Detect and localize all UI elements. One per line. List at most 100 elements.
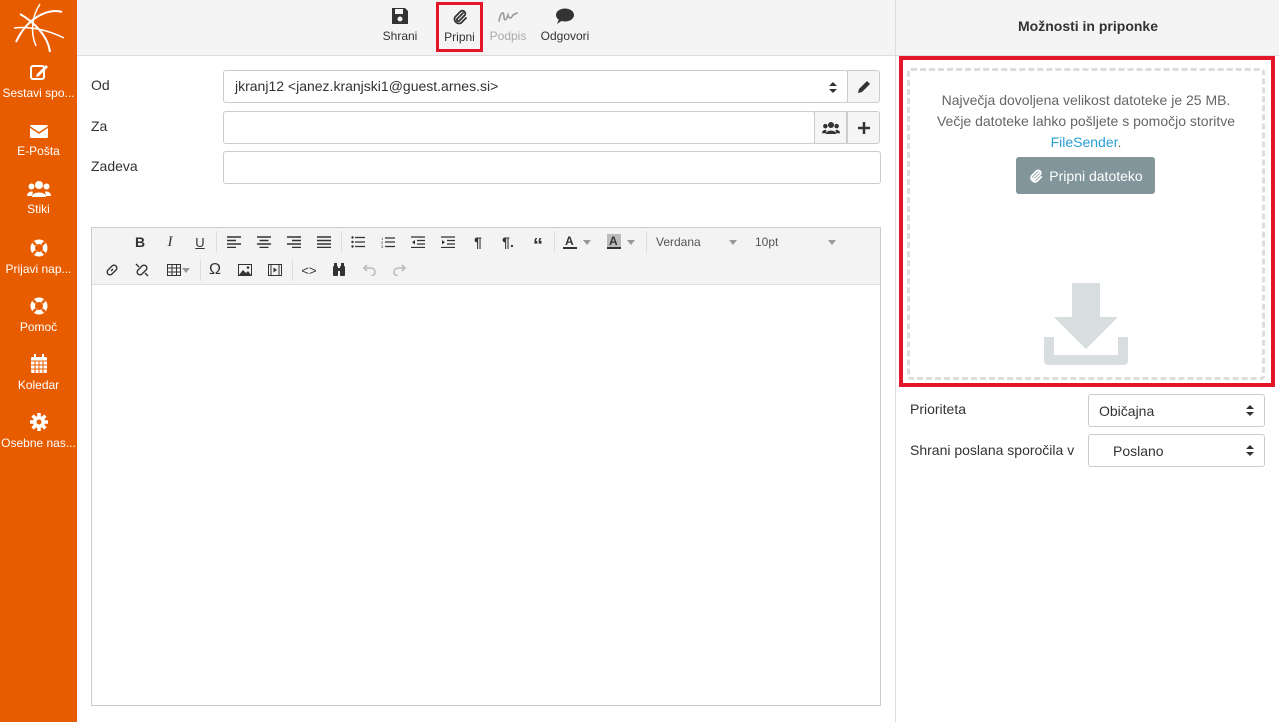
save-button[interactable]: Shrani [378,4,422,52]
select-caret-icon [1246,445,1254,456]
bullet-list-icon[interactable] [346,231,370,253]
sidebar-item-email[interactable]: E-Pošta [0,122,77,178]
link-icon[interactable] [100,259,124,281]
from-value: jkranj12 <janez.kranjski1@guest.arnes.si… [235,78,499,94]
priority-select[interactable]: Običajna [1088,394,1265,427]
message-editor[interactable]: B I U 123 ¶ ¶. “ A A Verdana 10pt Ω <> [91,227,881,706]
priority-value: Običajna [1099,403,1155,419]
save-sent-label: Shrani poslana sporočila v [910,442,1075,458]
redo-icon[interactable] [387,259,411,281]
paragraph-ltr-icon[interactable]: ¶ [466,231,490,253]
numbered-list-icon[interactable]: 123 [376,231,400,253]
editor-toolbar: B I U 123 ¶ ¶. “ A A Verdana 10pt Ω <> [92,228,880,285]
indent-icon[interactable] [436,231,460,253]
image-icon[interactable] [233,259,257,281]
max-size-text: Največja dovoljena velikost datoteke je … [941,92,1231,108]
sidebar-item-label: Stiki [27,202,50,216]
gear-icon [29,413,48,431]
sidebar-item-label: Osebne nas... [1,436,76,450]
text-color-icon[interactable]: A [558,231,582,253]
paperclip-icon [1030,169,1043,183]
save-label: Shrani [382,29,418,43]
sidebar-item-label: Sestavi spo... [2,86,75,100]
sidebar-item-settings[interactable]: Osebne nas... [0,412,77,468]
to-input[interactable] [223,111,815,144]
subject-input[interactable] [223,151,881,184]
drop-zone-text: Največja dovoljena velikost datoteke je … [910,90,1262,153]
paperclip-icon [453,9,467,25]
attach-label: Pripni [444,30,475,44]
background-color-dropdown-icon[interactable] [624,231,638,253]
italic-icon[interactable]: I [158,231,182,253]
select-caret-icon [829,82,837,93]
save-sent-value: Poslano [1113,443,1164,459]
svg-text:A: A [565,234,574,248]
font-size-select[interactable]: 10pt [755,235,778,249]
priority-label: Prioriteta [910,401,967,417]
bold-icon[interactable]: B [128,231,152,253]
toolbar-divider [200,259,201,281]
responses-button[interactable]: Odgovori [537,4,593,52]
blockquote-icon[interactable]: “ [526,231,550,256]
sidebar-item-label: Koledar [17,378,60,392]
filesender-link[interactable]: FileSender [1051,134,1118,150]
outdent-icon[interactable] [406,231,430,253]
text-color-dropdown-icon[interactable] [580,231,594,253]
align-right-icon[interactable] [282,231,306,253]
envelope-icon [29,125,48,138]
period: . [1117,134,1122,150]
toolbar-divider [554,231,555,253]
from-label: Od [91,77,110,93]
sidebar-item-report[interactable]: Prijavi nap... [0,238,77,294]
background-color-icon[interactable]: A [602,231,626,253]
attach-button[interactable]: Pripni [436,2,483,52]
edit-identity-button[interactable] [847,70,880,103]
logo[interactable] [10,2,66,54]
lifebuoy-icon [30,239,47,257]
align-center-icon[interactable] [252,231,276,253]
compose-icon [29,65,48,80]
font-family-select[interactable]: Verdana [656,235,701,249]
plus-icon [857,121,870,134]
media-icon[interactable] [263,259,287,281]
svg-text:A: A [609,234,618,248]
sidebar-item-help[interactable]: Pomoč [0,296,77,352]
attach-file-button[interactable]: Pripni datoteko [1016,157,1155,194]
pencil-icon [857,80,870,93]
table-dropdown-icon[interactable] [180,259,192,281]
unlink-icon[interactable] [130,259,154,281]
sidebar-item-calendar[interactable]: Koledar [0,354,77,410]
signature-icon [498,12,518,22]
signature-button[interactable]: Podpis [487,4,529,52]
font-family-dropdown-icon [729,240,737,245]
from-select[interactable]: jkranj12 <janez.kranjski1@guest.arnes.si… [223,70,848,103]
larger-files-text: Večje datoteke lahko pošljete s pomočjo … [936,113,1236,129]
attach-file-label: Pripni datoteko [1049,167,1143,184]
toolbar-divider [646,231,647,253]
save-sent-select[interactable]: Poslano [1088,434,1265,467]
options-panel: Možnosti in priponke Največja dovoljena … [895,0,1279,722]
toolbar-divider [216,231,217,253]
undo-icon[interactable] [357,259,381,281]
font-size-dropdown-icon [828,240,836,245]
download-icon [1044,283,1128,365]
attachment-drop-zone[interactable]: Največja dovoljena velikost datoteke je … [907,68,1265,380]
find-replace-icon[interactable] [327,259,351,281]
special-char-icon[interactable]: Ω [203,259,227,281]
sidebar-item-contacts[interactable]: Stiki [0,180,77,236]
compose-toolbar: Shrani Pripni Podpis Odgovori [77,0,895,56]
underline-icon[interactable]: U [188,231,212,253]
align-justify-icon[interactable] [312,231,336,253]
add-recipient-button[interactable] [847,111,880,144]
sidebar-item-compose[interactable]: Sestavi spo... [0,62,77,118]
align-left-icon[interactable] [222,231,246,253]
speech-bubble-icon [556,8,574,24]
calendar-icon [30,354,47,373]
sidebar-item-label: Pomoč [19,320,58,334]
paragraph-rtl-icon[interactable]: ¶. [496,231,520,253]
save-icon [392,8,408,24]
sidebar-item-label: E-Pošta [17,144,60,158]
contacts-button[interactable] [814,111,847,144]
source-code-icon[interactable]: <> [297,259,321,281]
subject-label: Zadeva [91,158,138,174]
